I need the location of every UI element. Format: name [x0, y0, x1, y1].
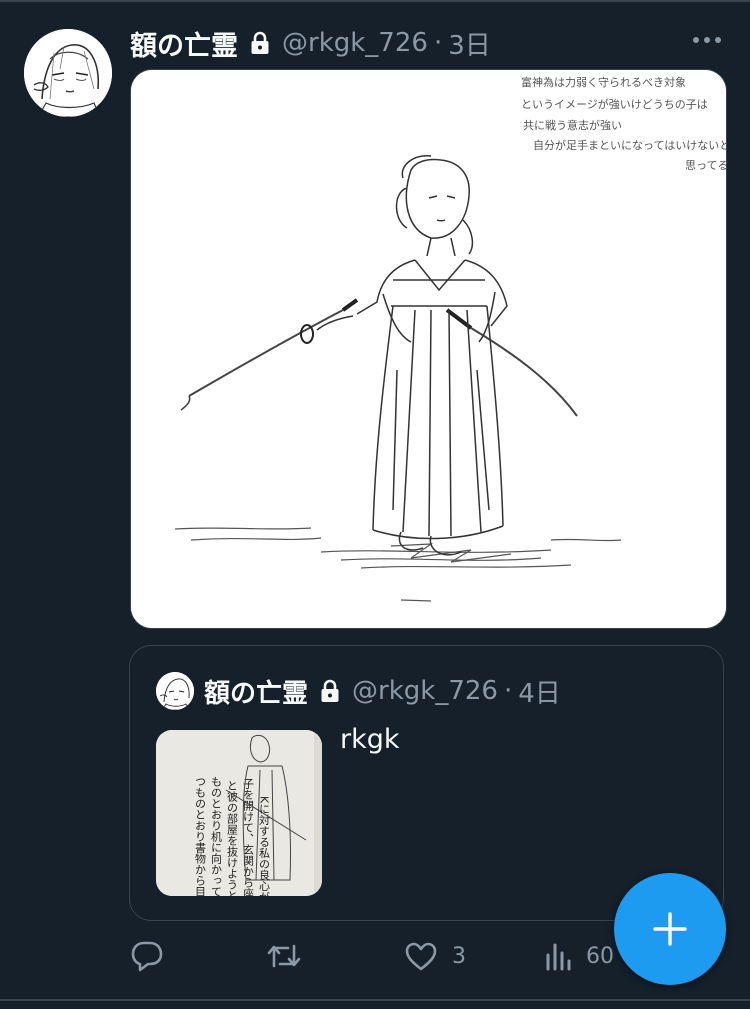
thumb-text-5: つものとおり書物から目を: [194, 776, 207, 896]
tweet-view: 額の亡霊 @rkgk_726 · 3日 富神為は力弱く守られるべき対象 というイ…: [0, 0, 750, 1009]
separator-dot: ·: [503, 676, 513, 706]
quote-timestamp: 4日: [518, 678, 561, 709]
note-line-1: 富神為は力弱く守られるべき対象: [521, 75, 686, 89]
more-options-icon[interactable]: [690, 32, 724, 48]
lock-icon: [250, 31, 270, 55]
note-line-3: 共に戦う意志が強い: [523, 118, 622, 132]
lock-icon: [320, 679, 340, 703]
author-handle[interactable]: @rkgk_726: [282, 28, 428, 58]
compose-button[interactable]: [614, 873, 726, 985]
post-header: 額の亡霊 @rkgk_726 · 3日: [130, 22, 491, 64]
reply-button[interactable]: [130, 930, 164, 982]
quote-author-display-name: 額の亡霊: [204, 678, 309, 709]
quote-header: 額の亡霊 @rkgk_726 · 4日: [204, 670, 561, 712]
post-timestamp[interactable]: 3日: [448, 25, 491, 62]
like-count: 3: [452, 943, 466, 969]
heart-icon: [404, 941, 438, 971]
like-button[interactable]: 3: [404, 930, 466, 982]
separator-dot: ·: [433, 28, 443, 58]
author-display-name[interactable]: 額の亡霊: [130, 24, 238, 63]
views-icon: [544, 941, 572, 971]
note-line-4: 自分が足手まといになってはいけないと: [533, 138, 726, 152]
top-divider: [0, 0, 750, 2]
note-line-2: というイメージが強いけどうちの子は: [521, 97, 708, 111]
retweet-button[interactable]: [266, 930, 302, 982]
post-image[interactable]: 富神為は力弱く守られるべき対象 というイメージが強いけどうちの子は 共に戦う意志…: [130, 69, 727, 629]
views-button[interactable]: 60: [544, 930, 614, 982]
quote-author-handle: @rkgk_726: [352, 676, 498, 706]
bottom-divider: [0, 999, 750, 1001]
views-count: 60: [586, 943, 614, 969]
quote-text: rkgk: [340, 724, 400, 755]
quote-image[interactable]: Kに対する私の良心が復 子を開けて、玄関から座敷で と彼の部屋を抜けようと もの…: [156, 730, 322, 896]
quote-author-avatar: [156, 672, 194, 710]
quoted-tweet[interactable]: 額の亡霊 @rkgk_726 · 4日 Kに対する私の良心が復 子を開けて、玄関…: [129, 645, 724, 921]
avatar-sketch: [24, 29, 112, 117]
reply-icon: [130, 940, 164, 972]
sketch-illustration: 富神為は力弱く守られるべき対象 というイメージが強いけどうちの子は 共に戦う意志…: [131, 70, 726, 628]
note-line-5: 思ってる: [685, 159, 726, 172]
thumb-text-4: ものとおり机に向かって書: [210, 776, 223, 896]
retweet-icon: [266, 940, 302, 972]
author-avatar[interactable]: [24, 29, 112, 117]
plus-icon: [652, 911, 688, 947]
